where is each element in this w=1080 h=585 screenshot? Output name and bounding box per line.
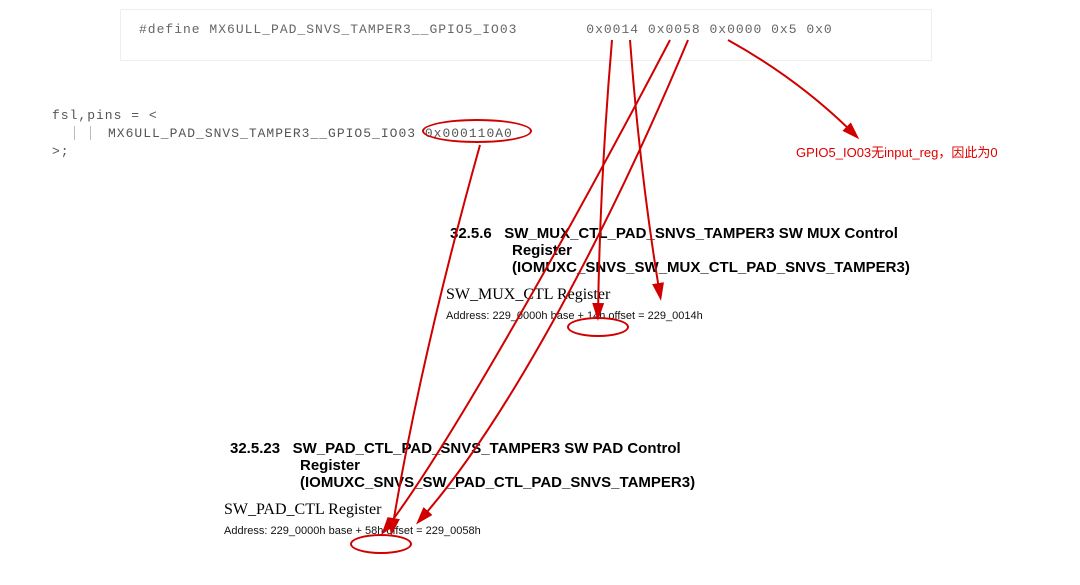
annotation-no-input-reg: GPIO5_IO03无input_reg，因此为0: [796, 142, 998, 161]
section2-addr-pre: Address: 229_0000h base +: [224, 525, 365, 537]
section2-title-l3: (IOMUXC_SNVS_SW_PAD_CTL_PAD_SNVS_TAMPER3…: [300, 474, 695, 491]
define-macro: #define MX6ULL_PAD_SNVS_TAMPER3__GPIO5_I…: [139, 22, 517, 37]
circle-usage-value: [422, 119, 532, 143]
circle-14h-offset: [567, 317, 629, 337]
section2-address: Address: 229_0000h base + 58h offset = 2…: [224, 525, 930, 537]
section2-heading: 32.5.23 SW_PAD_CTL_PAD_SNVS_TAMPER3 SW P…: [230, 440, 930, 491]
section1-subtitle: SW_MUX_CTL Register: [446, 286, 1050, 304]
circle-58h-offset: [350, 534, 412, 554]
fsl-close: >;: [52, 144, 70, 159]
define-line: #define MX6ULL_PAD_SNVS_TAMPER3__GPIO5_I…: [139, 22, 833, 37]
section2-title-l2: Register: [300, 457, 360, 474]
section1-addr-pre: Address: 229_0000h base +: [446, 310, 587, 322]
fsl-line1: fsl,pins = <: [52, 108, 158, 123]
section2-addr-post: = 229_0058h: [413, 525, 481, 537]
section-sw-pad-ctl: 32.5.23 SW_PAD_CTL_PAD_SNVS_TAMPER3 SW P…: [230, 440, 930, 537]
section1-addr-post: = 229_0014h: [635, 310, 703, 322]
section1-heading: 32.5.6 SW_MUX_CTL_PAD_SNVS_TAMPER3 SW MU…: [450, 225, 1050, 276]
section-sw-mux-ctl: 32.5.6 SW_MUX_CTL_PAD_SNVS_TAMPER3 SW MU…: [450, 225, 1050, 322]
section1-address: Address: 229_0000h base + 14h offset = 2…: [446, 310, 1050, 322]
section2-title-l1: SW_PAD_CTL_PAD_SNVS_TAMPER3 SW PAD Contr…: [293, 440, 681, 457]
section2-number: 32.5.23: [230, 440, 280, 457]
code-guide-line: [90, 126, 91, 140]
define-values: 0x0014 0x0058 0x0000 0x5 0x0: [586, 22, 832, 37]
code-guide-line: [74, 126, 75, 140]
section2-subtitle: SW_PAD_CTL Register: [224, 501, 930, 519]
section1-title-l3: (IOMUXC_SNVS_SW_MUX_CTL_PAD_SNVS_TAMPER3…: [512, 259, 910, 276]
section1-number: 32.5.6: [450, 225, 492, 242]
section1-title-l1: SW_MUX_CTL_PAD_SNVS_TAMPER3 SW MUX Contr…: [504, 225, 898, 242]
section1-title-l2: Register: [512, 242, 572, 259]
